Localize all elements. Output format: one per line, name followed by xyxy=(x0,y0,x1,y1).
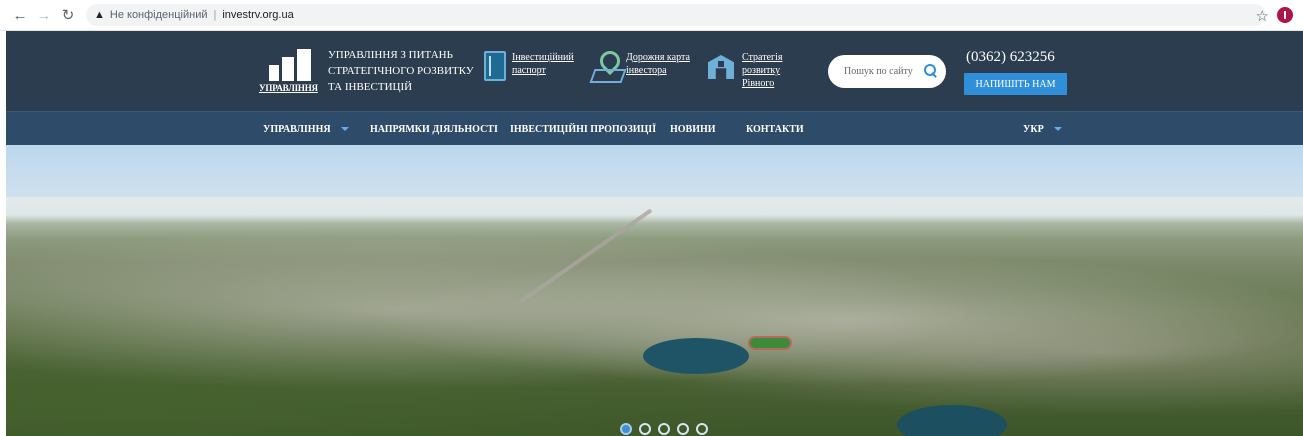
search-icon[interactable] xyxy=(924,64,937,77)
nav-item-management[interactable]: УПРАВЛІННЯ xyxy=(263,112,349,146)
main-nav: УПРАВЛІННЯ НАПРЯМКИ ДІЯЛЬНОСТІ ІНВЕСТИЦІ… xyxy=(6,111,1303,145)
chevron-down-icon xyxy=(1053,127,1062,131)
profile-avatar-icon[interactable] xyxy=(1277,7,1293,23)
lake-detail xyxy=(643,338,749,374)
address-separator: | xyxy=(213,9,217,21)
browser-toolbar: ← → ↻ ▲ Не конфіденційний | investrv.org… xyxy=(0,0,1303,31)
language-label: Укр xyxy=(1023,123,1044,135)
arrow-right-icon[interactable]: → xyxy=(34,5,54,25)
logo-bar xyxy=(269,65,279,81)
quick-link-investment-passport[interactable]: Інвестиційний паспорт xyxy=(484,51,582,81)
quick-link-label[interactable]: Інвестиційний паспорт xyxy=(512,51,582,81)
org-name[interactable]: УПРАВЛІННЯ З ПИТАНЬ СТРАТЕГІЧНОГО РОЗВИТ… xyxy=(328,47,478,95)
quick-link-strategy[interactable]: Стратегія розвитку Рівного xyxy=(706,51,792,90)
slider-dot[interactable] xyxy=(696,423,708,435)
slider-dot[interactable] xyxy=(677,423,689,435)
logo-text: УПРАВЛІННЯ xyxy=(259,83,318,93)
horizon-haze xyxy=(6,197,1303,217)
chevron-down-icon xyxy=(340,127,349,131)
site-header: УПРАВЛІННЯ УПРАВЛІННЯ З ПИТАНЬ СТРАТЕГІЧ… xyxy=(6,31,1303,111)
slider-dot[interactable] xyxy=(658,423,670,435)
quick-link-label[interactable]: Стратегія розвитку Рівного xyxy=(742,51,792,90)
nav-item-contacts[interactable]: КОНТАКТИ xyxy=(746,112,804,146)
write-us-button[interactable]: НАПИШІТЬ НАМ xyxy=(964,73,1067,95)
hero-slider[interactable] xyxy=(6,145,1303,436)
slider-dot[interactable] xyxy=(639,423,651,435)
reload-icon[interactable]: ↻ xyxy=(58,5,78,25)
quick-link-investor-roadmap[interactable]: Дорожня карта інвестора xyxy=(592,51,702,81)
search-placeholder: Пошук по сайту xyxy=(844,66,913,77)
search-input[interactable]: Пошук по сайту xyxy=(828,55,946,88)
star-icon[interactable]: ☆ xyxy=(1256,7,1269,25)
logo-bar xyxy=(297,49,311,81)
stadium-detail xyxy=(748,336,792,350)
nav-item-activities[interactable]: НАПРЯМКИ ДІЯЛЬНОСТІ xyxy=(370,112,498,146)
slider-dot[interactable] xyxy=(620,423,632,435)
url-text[interactable]: investrv.org.ua xyxy=(222,9,293,21)
language-selector[interactable]: Укр xyxy=(1023,112,1062,146)
quick-link-label[interactable]: Дорожня карта інвестора xyxy=(626,51,702,81)
city-gate-icon xyxy=(706,51,736,81)
nav-item-news[interactable]: НОВИНИ xyxy=(670,112,716,146)
address-bar[interactable]: ▲ Не конфіденційний | investrv.org.ua xyxy=(86,4,1266,26)
phone-number[interactable]: (0362) 623256 xyxy=(966,49,1055,66)
map-pin-icon xyxy=(592,51,620,81)
logo-bar xyxy=(282,57,294,81)
arrow-left-icon[interactable]: ← xyxy=(10,5,30,25)
security-status[interactable]: Не конфіденційний xyxy=(110,9,208,21)
nav-item-label: УПРАВЛІННЯ xyxy=(263,123,331,135)
document-icon xyxy=(484,51,506,81)
slider-dots xyxy=(620,423,708,435)
city-aerial-image xyxy=(6,225,1303,436)
warning-triangle-icon[interactable]: ▲ xyxy=(94,9,105,21)
logo[interactable]: УПРАВЛІННЯ xyxy=(259,49,323,93)
nav-item-investment-proposals[interactable]: ІНВЕСТИЦІЙНІ ПРОПОЗИЦІЇ xyxy=(510,112,656,146)
